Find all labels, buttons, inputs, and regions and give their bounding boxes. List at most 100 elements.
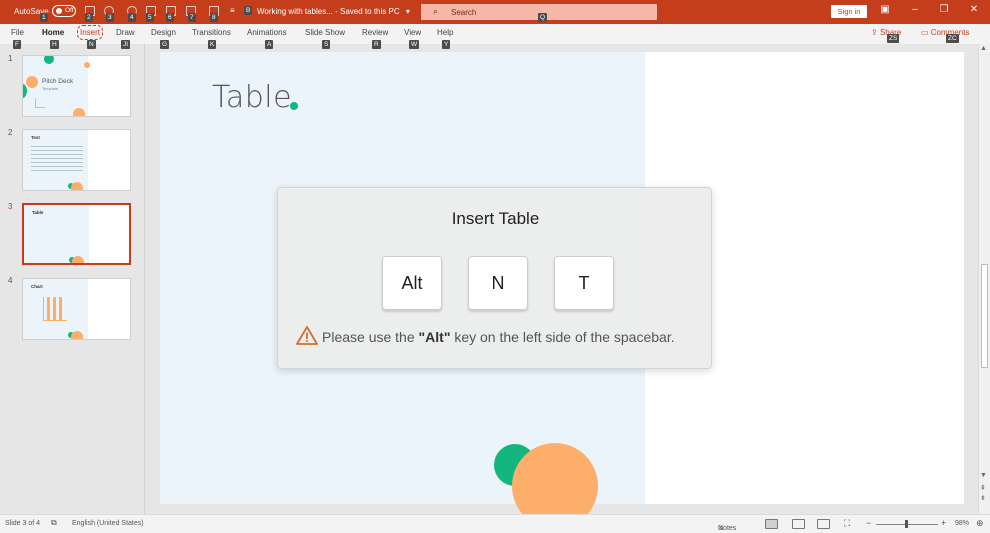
keytip-share: ZS <box>887 34 900 43</box>
tab-animations[interactable]: Animations <box>247 28 287 37</box>
tab-slide-show[interactable]: Slide Show <box>305 28 345 37</box>
scrollbar-thumb[interactable] <box>981 264 988 368</box>
alt-key-notice: Please use the "Alt" key on the left sid… <box>296 326 675 345</box>
search-icon: ⌕ <box>433 6 439 16</box>
keytip-draw: JI <box>121 40 131 49</box>
close-icon[interactable]: ✕ <box>964 4 984 15</box>
save-status: Saved to this PC <box>340 7 400 16</box>
keytip-transitions: K <box>208 40 217 49</box>
scroll-up-icon[interactable]: ▲ <box>980 45 987 52</box>
chart-icon <box>35 98 45 108</box>
spelling-check-icon[interactable]: ⧉ <box>51 518 57 528</box>
slide-sorter-icon[interactable] <box>792 519 805 529</box>
chevron-down-icon: ▾ <box>405 7 410 16</box>
slide-number-1: 1 <box>8 54 13 63</box>
ribbon-display-icon[interactable]: ▣ <box>875 4 895 15</box>
notice-suffix: key on the left side of the spacebar. <box>450 329 675 345</box>
slideshow-icon[interactable]: ⛶ <box>844 518 850 529</box>
keytip-file: F <box>13 40 21 49</box>
keyboard-shortcut-overlay: Insert Table Alt N T Please use the "Alt… <box>277 187 712 369</box>
thumb-title: Text <box>31 135 40 140</box>
keytip-qat-1: 1 <box>40 13 48 22</box>
orange-dot <box>26 76 38 88</box>
keytip-search: Q <box>538 13 548 22</box>
slide-number-4: 4 <box>8 276 13 285</box>
tab-draw[interactable]: Draw <box>116 28 135 37</box>
tab-home[interactable]: Home <box>42 28 64 37</box>
keytip-view: W <box>409 40 420 49</box>
ribbon-tabs: File Home Insert Draw Design Transitions… <box>0 24 990 44</box>
keytip-qat-5: 5 <box>146 13 154 22</box>
tab-help[interactable]: Help <box>437 28 453 37</box>
comment-icon: ▭ <box>921 28 931 37</box>
keytip-qat-8: 8 <box>210 13 218 22</box>
zoom-out-icon[interactable]: − <box>866 518 871 528</box>
slide-number-2: 2 <box>8 128 13 137</box>
keytip-review: R <box>372 40 381 49</box>
keytip-slide-show: S <box>322 40 331 49</box>
orange-dot <box>71 182 83 190</box>
keytip-comments: ZC <box>946 34 959 43</box>
tab-review[interactable]: Review <box>362 28 388 37</box>
slide-thumbnail-3[interactable]: Table <box>22 203 131 265</box>
key-t: T <box>554 256 614 310</box>
slide-thumbnail-pane[interactable]: 1 Pitch Deck Template 2 Text 3 Table 4 C… <box>0 44 145 514</box>
customize-toolbar-icon[interactable]: ≡ <box>230 6 235 15</box>
notice-key: "Alt" <box>418 329 451 345</box>
keytip-qat-4: 4 <box>128 13 136 22</box>
document-title[interactable]: Working with tables... - Saved to this P… <box>257 7 410 16</box>
vertical-scrollbar[interactable]: ▲ ▼ ⇞ ⇟ <box>978 44 990 514</box>
slide-number-3: 3 <box>8 202 13 211</box>
zoom-in-icon[interactable]: + <box>941 518 946 528</box>
tab-file[interactable]: File <box>11 28 24 37</box>
thumb-subtitle: Template <box>42 86 59 91</box>
autosave-toggle[interactable]: Off <box>52 5 76 17</box>
next-slide-icon[interactable]: ⇟ <box>980 494 986 502</box>
overlay-title: Insert Table <box>451 209 540 228</box>
slide-thumbnail-1[interactable]: Pitch Deck Template <box>22 55 131 117</box>
share-icon: ⇪ <box>871 28 880 37</box>
scroll-down-icon[interactable]: ▼ <box>980 472 987 479</box>
keytip-title: B <box>244 6 253 15</box>
keytip-qat-7: 7 <box>188 13 196 22</box>
zoom-slider-thumb[interactable] <box>905 520 908 528</box>
tab-insert[interactable]: Insert <box>76 25 104 40</box>
keytip-animations: A <box>265 40 274 49</box>
title-accent-dot <box>290 102 298 110</box>
sign-in-button[interactable]: Sign in <box>831 5 867 18</box>
orange-dot <box>72 256 84 263</box>
slide-thumbnail-4[interactable]: Chart <box>22 278 131 340</box>
slide-thumbnail-2[interactable]: Text <box>22 129 131 191</box>
keytip-qat-2: 2 <box>85 13 93 22</box>
keytip-insert: N <box>87 40 96 49</box>
language-indicator[interactable]: English (United States) <box>72 520 144 527</box>
status-bar: Slide 3 of 4 ⧉ English (United States) ≙… <box>0 514 990 533</box>
keytip-help: Y <box>442 40 451 49</box>
zoom-level[interactable]: 98% <box>955 520 969 527</box>
document-name: Working with tables... <box>257 7 333 16</box>
orange-dot <box>84 62 90 68</box>
thumb-title: Table <box>32 210 44 215</box>
slide-counter: Slide 3 of 4 <box>5 520 41 527</box>
keytip-qat-6: 6 <box>166 13 174 22</box>
tab-design[interactable]: Design <box>151 28 176 37</box>
key-alt: Alt <box>382 256 442 310</box>
tab-transitions[interactable]: Transitions <box>192 28 231 37</box>
orange-dot <box>71 331 83 339</box>
fit-to-window-icon[interactable]: ⊕ <box>976 518 984 529</box>
minimize-icon[interactable]: – <box>905 4 925 15</box>
bar-chart-icon <box>43 297 67 321</box>
keytip-design: G <box>160 40 170 49</box>
reading-view-icon[interactable] <box>817 519 830 529</box>
orange-dot <box>73 108 85 116</box>
notice-prefix: Please use the <box>322 329 419 345</box>
warning-icon <box>296 326 318 345</box>
normal-view-icon[interactable] <box>765 519 778 529</box>
restore-icon[interactable]: ❐ <box>934 4 954 15</box>
thumb-text-lines <box>31 144 83 174</box>
previous-slide-icon[interactable]: ⇞ <box>980 484 986 492</box>
key-n: N <box>468 256 528 310</box>
thumb-title: Pitch Deck <box>42 78 74 85</box>
tab-view[interactable]: View <box>404 28 421 37</box>
slide-title[interactable]: Table <box>212 80 292 115</box>
